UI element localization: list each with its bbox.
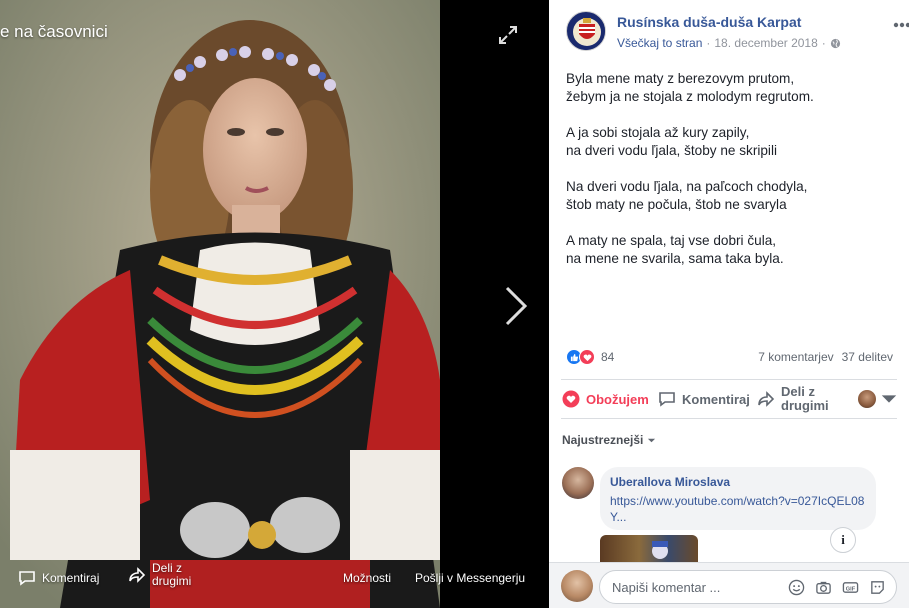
comment-label: Komentiraj [682, 391, 750, 407]
comment-link[interactable]: https://www.youtube.com/watch?v=027IcQEL… [610, 493, 866, 525]
comment-bubble: Uberallova Miroslava https://www.youtube… [600, 467, 876, 530]
caret-down-icon [648, 438, 656, 442]
gif-icon[interactable]: GIF [842, 579, 859, 596]
avatar [561, 570, 593, 602]
love-reaction-icon [579, 349, 595, 365]
emoji-icon[interactable] [788, 579, 805, 596]
thumbnail-image [652, 541, 668, 559]
viewer-share-button[interactable]: Deli z drugimi [128, 562, 191, 588]
comment-icon [659, 392, 675, 407]
like-page-link[interactable]: Všečkaj to stran [617, 36, 702, 50]
poem-line: na mene ne svarila, sama taka byla. [566, 251, 784, 266]
love-icon [562, 390, 580, 408]
post-date[interactable]: 18. december 2018 [714, 36, 817, 50]
shares-count[interactable]: 37 delitev [842, 350, 893, 364]
poem-line: Na dveri vodu ľjala, na paľcoch chodyla, [566, 179, 808, 194]
viewer-comment-label: Komentiraj [42, 571, 100, 585]
page-name-link[interactable]: Rusínska duša-duša Karpat [617, 14, 801, 30]
love-button[interactable]: Obožujem [562, 380, 649, 418]
viewer-share-line2: drugimi [152, 574, 192, 588]
poem-line: A ja sobi stojala až kury zapily, [566, 125, 750, 140]
viewer-share-label: Deli z drugimi [152, 562, 191, 588]
viewer-options-label: Možnosti [343, 571, 392, 585]
comment-input[interactable]: Napiši komentar ... GIF [599, 570, 897, 604]
post-as-selector[interactable] [858, 380, 898, 418]
more-options-icon[interactable] [893, 22, 909, 28]
photo-illustration [0, 0, 440, 608]
poem-line: na dveri vodu ľjala, štoby ne skripili [566, 143, 777, 158]
viewer-comment-button[interactable]: Komentiraj [18, 569, 99, 587]
post-header: Rusínska duša-duša Karpat Všečkaj to str… [566, 10, 909, 54]
action-bar: Obožujem Komentiraj Deli z drugimi [561, 379, 897, 419]
share-label: Deli z drugimi [781, 385, 829, 413]
poem-stanza: A maty ne spala, taj vse dobri čula, na m… [566, 232, 886, 268]
poem-stanza: A ja sobi stojala až kury zapily, na dver… [566, 124, 886, 160]
viewer-share-line1: Deli z [152, 561, 183, 575]
viewer-messenger-label: Pošlji v Messengerju [415, 571, 526, 585]
expand-icon[interactable] [497, 24, 519, 46]
post-subline: Všečkaj to stran · 18. december 2018 · [617, 36, 841, 50]
composer-icons: GIF [788, 579, 886, 596]
info-icon[interactable]: i [830, 527, 856, 553]
love-label: Obožujem [586, 391, 649, 407]
poem-line: žebym ja ne stojala z molodym regrutom. [566, 89, 814, 104]
separator-dot: · [706, 36, 711, 50]
next-photo-icon[interactable] [503, 284, 529, 328]
comment-input-placeholder: Napiši komentar ... [612, 579, 721, 595]
svg-text:GIF: GIF [846, 586, 856, 592]
photo-title: e na časovnici [0, 22, 108, 41]
page-avatar[interactable] [566, 11, 606, 51]
link-preview-thumbnail[interactable] [600, 535, 698, 563]
post-panel: Rusínska duša-duša Karpat Všečkaj to str… [549, 0, 909, 608]
avatar [858, 390, 876, 408]
chevron-down-icon [881, 395, 897, 403]
photo-viewer: e na časovnici Komentiraj Deli z drugimi… [0, 0, 549, 608]
reaction-summary[interactable]: 84 [566, 347, 614, 367]
comments-count[interactable]: 7 komentarjev [758, 350, 833, 364]
engagement-counts: 7 komentarjev 37 delitev [758, 350, 893, 364]
share-icon [758, 391, 775, 407]
sort-label: Najustreznejši [562, 433, 644, 447]
comment-icon [19, 571, 35, 586]
reaction-icons [566, 349, 595, 365]
separator-dot-2: · [821, 36, 826, 50]
viewer-bottom-bar: Komentiraj Deli z drugimi Možnosti Pošlj… [0, 560, 549, 596]
comment-author[interactable]: Uberallova Miroslava [610, 475, 866, 489]
share-line2: drugimi [781, 398, 829, 413]
globe-icon[interactable] [830, 38, 841, 49]
poem-stanza: Na dveri vodu ľjala, na paľcoch chodyla,… [566, 178, 886, 214]
poem-stanza: Byla mene maty z berezovym prutom, žebym … [566, 70, 886, 106]
share-button[interactable]: Deli z drugimi [757, 380, 829, 418]
post-text: Byla mene maty z berezovym prutom, žebym … [566, 70, 886, 286]
poem-line: A maty ne spala, taj vse dobri čula, [566, 233, 777, 248]
comment-sort-dropdown[interactable]: Najustreznejši [562, 433, 656, 447]
comment-composer: Napiši komentar ... GIF [549, 562, 909, 608]
share-line1: Deli z [781, 384, 815, 399]
poem-line: štob maty ne počula, štob ne svaryla [566, 197, 787, 212]
reaction-count: 84 [601, 350, 615, 364]
coat-of-arms-icon [568, 13, 605, 50]
avatar[interactable] [562, 467, 594, 499]
post-photo[interactable] [0, 0, 440, 608]
viewer-messenger-button[interactable]: Pošlji v Messengerju [415, 571, 525, 585]
poem-line: Byla mene maty z berezovym prutom, [566, 71, 795, 86]
comment-button[interactable]: Komentiraj [658, 380, 750, 418]
share-icon [129, 567, 146, 583]
sticker-icon[interactable] [869, 579, 886, 596]
viewer-options-button[interactable]: Možnosti [343, 571, 391, 585]
camera-icon[interactable] [815, 579, 832, 596]
